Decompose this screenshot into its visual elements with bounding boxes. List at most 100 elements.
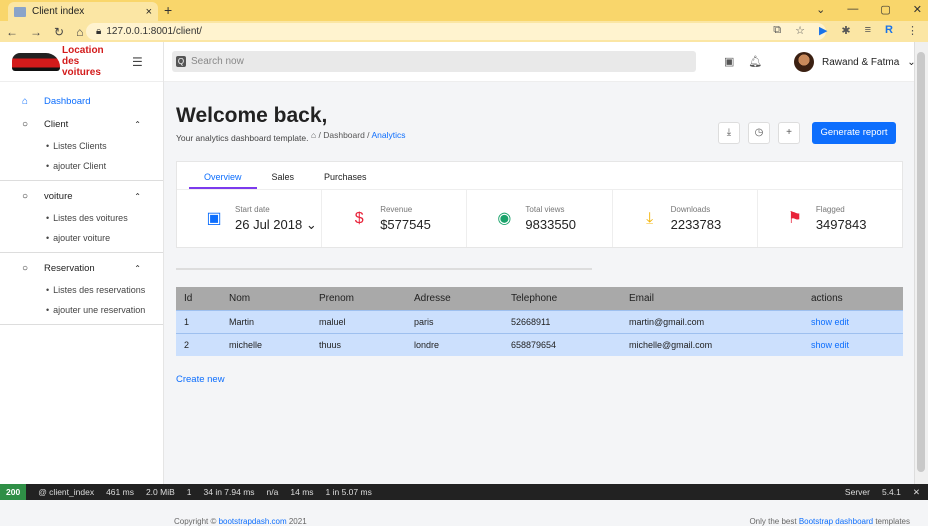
profile-r-icon[interactable]: R (885, 24, 893, 37)
sidebar-item-reservation[interactable]: ○ Reservation ⌃ (0, 257, 163, 280)
debug-user[interactable]: n/a (267, 487, 279, 497)
page-subtitle: Your analytics dashboard template. (176, 133, 309, 143)
footer-tagline: Only the best Bootstrap dashboard templa… (749, 517, 910, 526)
sidebar-item-label: Dashboard (44, 96, 91, 107)
sidebar-subitem-ajouter-reservation[interactable]: ajouter une reservation (0, 300, 163, 320)
user-menu[interactable]: Rawand & Fatma ⌄ (794, 52, 916, 72)
brand-line2: voitures (62, 67, 101, 78)
col-telephone: Telephone (503, 287, 621, 310)
notifications-bell-icon[interactable]: 🔔︎ (748, 55, 762, 68)
stat-label: Start date (235, 204, 270, 214)
clock-button[interactable]: ◷ (748, 122, 770, 144)
cell-telephone: 658879654 (503, 332, 621, 356)
share-icon[interactable]: ⧉ (773, 24, 781, 37)
debug-cache[interactable]: 34 in 7.94 ms (204, 487, 255, 497)
home-icon[interactable]: ⌂ (311, 130, 316, 140)
sidebar: Location des voitures ☰ ⌂ Dashboard ○ Clien… (0, 42, 164, 484)
table-header-row: Id Nom Prenom Adresse Telephone Email ac… (176, 287, 903, 310)
sidebar-item-dashboard[interactable]: ⌂ Dashboard (0, 90, 163, 113)
sidebar-nav: ⌂ Dashboard ○ Client ⌃ Listes Clients ajout… (0, 82, 163, 337)
maximize-icon[interactable]: ▢ (880, 3, 890, 16)
footer-link[interactable]: bootstrapdash.com (219, 517, 287, 526)
cell-nom: michelle (221, 332, 311, 356)
sidebar-subitem-ajouter-voiture[interactable]: ajouter voiture (0, 228, 163, 248)
menu-toggle-icon[interactable]: ☰ (132, 55, 143, 69)
back-icon[interactable]: ← (6, 25, 18, 39)
breadcrumb-dashboard[interactable]: / Dashboard / (319, 130, 370, 140)
flag-icon: ⚑ (787, 209, 802, 227)
create-new-link[interactable]: Create new (176, 374, 225, 385)
sidebar-subitem-listes-reservations[interactable]: Listes des reservations (0, 280, 163, 300)
debug-twig[interactable]: 14 ms (290, 487, 313, 497)
tab-sales[interactable]: Sales (257, 162, 310, 189)
chevron-down-icon[interactable]: ⌄ (816, 3, 825, 16)
favicon-icon (14, 6, 26, 17)
sidebar-subitem-listes-voitures[interactable]: Listes des voitures (0, 208, 163, 228)
url-field[interactable]: 🔒︎ 127.0.0.1:8001/client/ (86, 23, 826, 40)
status-badge[interactable]: 200 (0, 484, 27, 500)
close-window-icon[interactable]: ✕ (913, 3, 922, 16)
bookmark-star-icon[interactable]: ☆ (795, 24, 805, 37)
eye-icon: ◉ (497, 209, 512, 227)
debug-version[interactable]: 5.4.1 (882, 487, 901, 498)
download-button[interactable]: ⤓ (718, 122, 740, 144)
show-edit-link[interactable]: show edit (811, 340, 849, 350)
footer-text: 2021 (286, 517, 307, 526)
scrollbar-thumb[interactable] (917, 52, 925, 472)
stat-label: Total views (525, 205, 565, 214)
search-placeholder: Search now (191, 56, 244, 67)
tab-overview[interactable]: Overview (189, 162, 257, 189)
stat-value: 9833550 (525, 217, 577, 232)
stat-value: 2233783 (670, 217, 722, 232)
generate-report-button[interactable]: Generate report (812, 122, 896, 144)
download-icon: ⤓ (646, 209, 654, 227)
extension-play-icon[interactable]: ▶ (819, 24, 827, 37)
debug-time[interactable]: 461 ms (106, 487, 134, 497)
brand[interactable]: Location des voitures ☰ (0, 42, 163, 82)
debug-db[interactable]: 1 in 5.07 ms (326, 487, 372, 497)
debug-route[interactable]: @ client_index (38, 487, 94, 497)
stat-start-date[interactable]: ▣ Start date 26 Jul 2018 ⌄ (177, 190, 323, 247)
debug-memory[interactable]: 2.0 MiB (146, 487, 175, 497)
home-icon[interactable]: ⌂ (76, 25, 83, 39)
debug-right: Server 5.4.1 ✕ (845, 487, 928, 498)
browser-tab[interactable]: Client index × (8, 2, 158, 21)
tab-bar: Overview Sales Purchases (177, 162, 902, 190)
sidebar-subitem-ajouter-client[interactable]: ajouter Client (0, 156, 163, 176)
user-name: Rawand & Fatma (822, 56, 900, 68)
lock-icon: 🔒︎ (96, 26, 102, 37)
minimize-icon[interactable]: — (847, 3, 858, 16)
reload-icon[interactable]: ↻ (54, 25, 64, 39)
cell-prenom: maluel (311, 309, 406, 333)
sidebar-subitem-listes-clients[interactable]: Listes Clients (0, 136, 163, 156)
show-edit-link[interactable]: show edit (811, 317, 849, 327)
reading-list-icon[interactable]: ≡ (865, 24, 871, 37)
stat-value: 3497843 (815, 217, 867, 232)
extensions-icon[interactable]: ✱ (841, 24, 850, 37)
analytics-card: Overview Sales Purchases ▣ Start date 26 J… (176, 161, 903, 248)
cell-telephone: 52668911 (503, 309, 621, 333)
sidebar-item-client[interactable]: ○ Client ⌃ (0, 113, 163, 136)
url-text: 127.0.0.1:8001/client/ (106, 26, 202, 37)
brand-text: Location des voitures (62, 45, 122, 78)
debug-server[interactable]: Server (845, 487, 870, 498)
tab-purchases[interactable]: Purchases (309, 162, 382, 189)
close-debug-icon[interactable]: ✕ (913, 487, 920, 498)
circle-icon: ○ (22, 119, 29, 130)
forward-icon[interactable]: → (30, 25, 42, 39)
col-email: Email (621, 287, 803, 310)
new-tab-icon[interactable]: + (164, 2, 172, 18)
divider (0, 180, 163, 181)
debug-layers[interactable]: 1 (187, 487, 192, 497)
col-actions: actions (803, 287, 903, 310)
debug-toolbar: 200 @ client_index 461 ms 2.0 MiB 1 34 i… (0, 484, 928, 500)
sidebar-item-voiture[interactable]: ○ voiture ⌃ (0, 185, 163, 208)
close-tab-icon[interactable]: × (146, 6, 152, 18)
messages-icon[interactable]: ▣ (724, 55, 734, 68)
footer-link[interactable]: Bootstrap dashboard (799, 517, 873, 526)
stat-revenue: $ Revenue $577545 (322, 190, 468, 247)
menu-dots-icon[interactable]: ⋮ (907, 24, 918, 37)
add-button[interactable]: + (778, 122, 800, 144)
search-input[interactable]: Q Search now (172, 51, 696, 72)
topbar-icons: ▣ 🔔︎ (724, 55, 762, 68)
